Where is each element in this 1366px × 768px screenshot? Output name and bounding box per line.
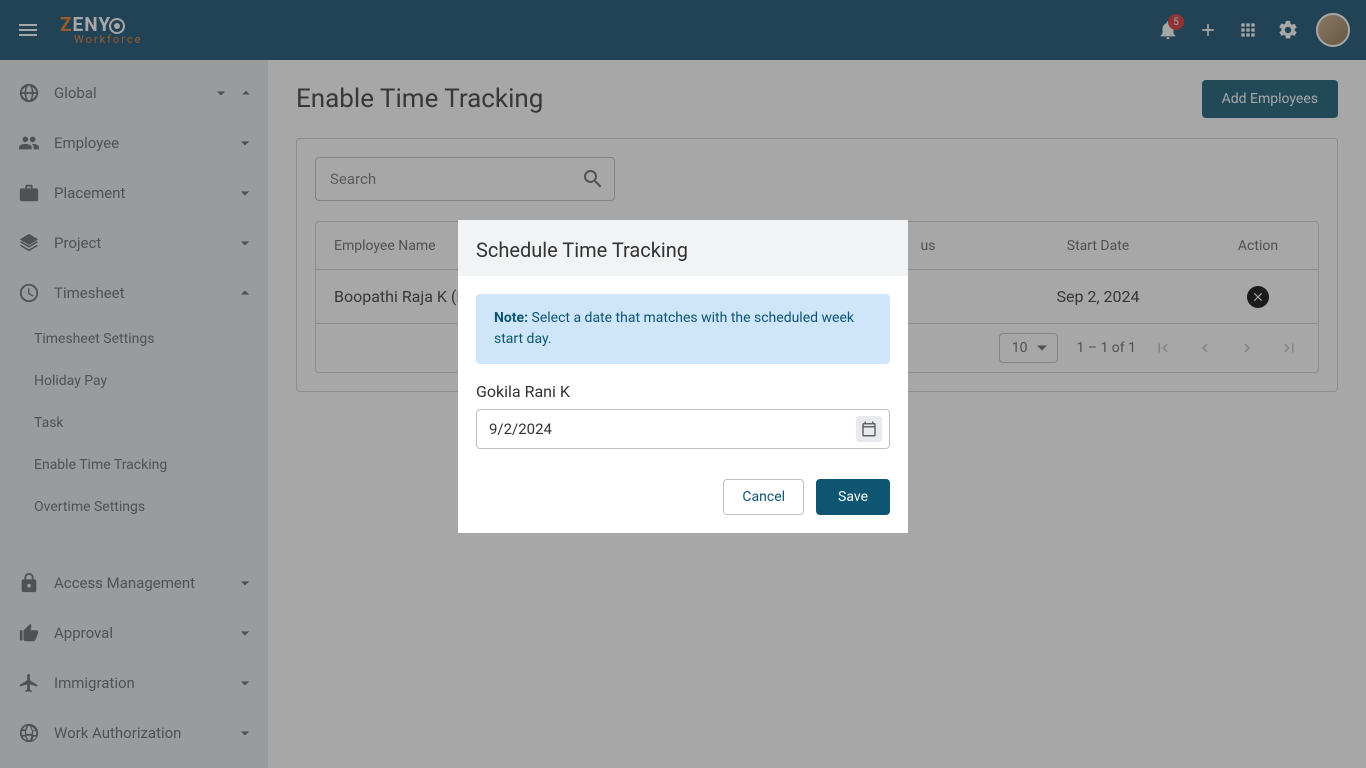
modal-employee-name: Gokila Rani K — [476, 382, 890, 401]
modal-overlay[interactable]: Schedule Time Tracking Note: Select a da… — [0, 0, 1366, 768]
schedule-modal: Schedule Time Tracking Note: Select a da… — [458, 220, 908, 533]
cancel-button[interactable]: Cancel — [723, 479, 804, 515]
note-text: Select a date that matches with the sche… — [494, 310, 854, 347]
note-label: Note: — [494, 310, 528, 326]
calendar-icon[interactable] — [856, 416, 882, 442]
save-button[interactable]: Save — [816, 479, 890, 515]
date-input[interactable] — [476, 409, 890, 449]
modal-title: Schedule Time Tracking — [458, 220, 908, 276]
note-box: Note: Select a date that matches with th… — [476, 294, 890, 364]
